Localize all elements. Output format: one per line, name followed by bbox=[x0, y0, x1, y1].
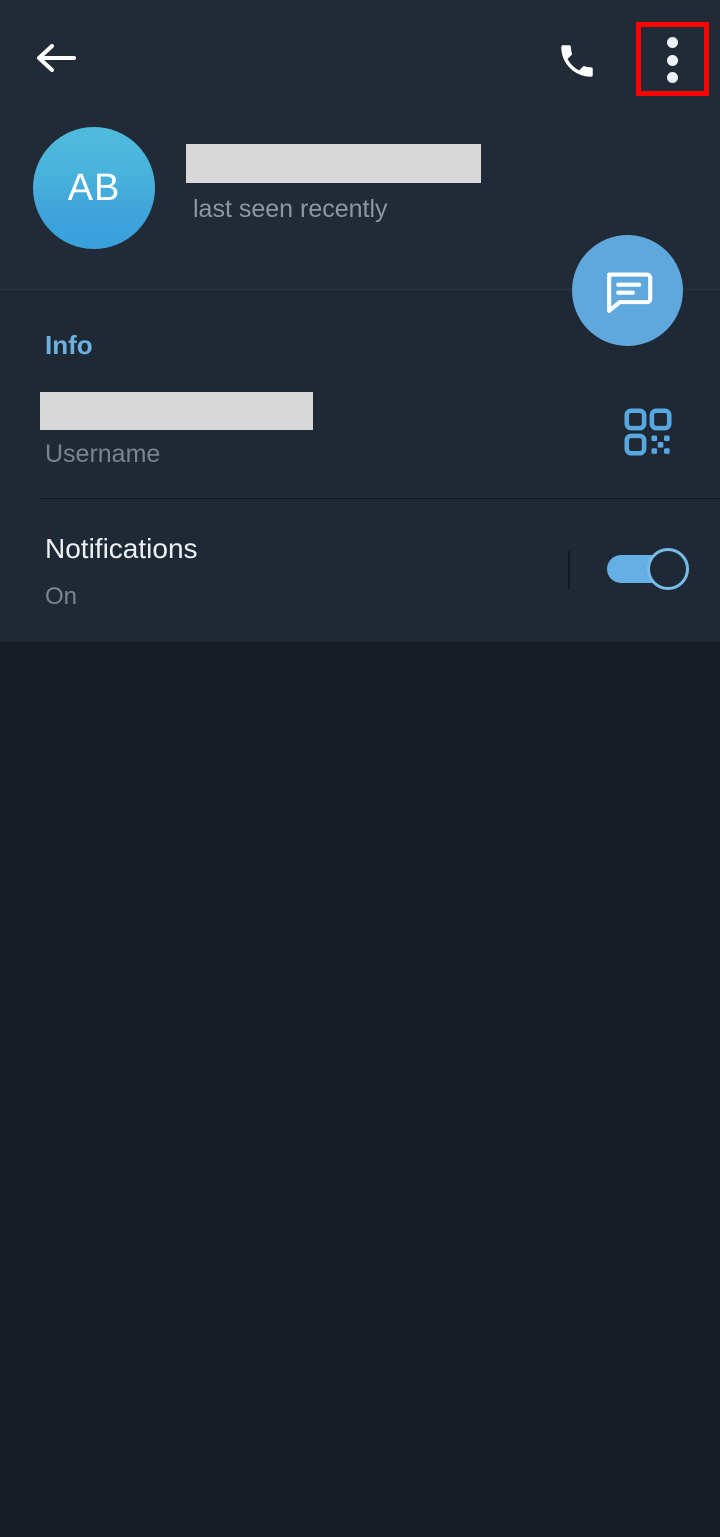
toggle-separator bbox=[568, 551, 570, 589]
contact-profile-screen: AB last seen recently Info Username Noti… bbox=[0, 0, 720, 1537]
info-row-divider bbox=[40, 498, 720, 499]
notifications-title: Notifications bbox=[45, 533, 198, 564]
app-bar bbox=[0, 0, 720, 115]
overflow-menu-dot-2 bbox=[666, 54, 678, 66]
username-label: Username bbox=[45, 440, 161, 468]
overflow-menu-dot-3 bbox=[666, 72, 678, 83]
qr-code-button[interactable] bbox=[622, 406, 674, 458]
arrow-left-icon bbox=[37, 44, 76, 72]
call-button[interactable] bbox=[556, 40, 598, 82]
phone-icon bbox=[561, 45, 593, 77]
qr-code-icon bbox=[624, 408, 672, 456]
overflow-menu-button[interactable] bbox=[648, 33, 696, 87]
message-fab-button[interactable] bbox=[572, 235, 683, 346]
toggle-knob bbox=[647, 548, 689, 590]
overflow-menu-dot-1 bbox=[666, 37, 678, 48]
contact-name-redacted bbox=[186, 144, 481, 183]
avatar[interactable]: AB bbox=[33, 127, 155, 249]
avatar-initials: AB bbox=[67, 166, 121, 209]
last-seen-status: last seen recently bbox=[193, 195, 388, 223]
info-section-title: Info bbox=[45, 330, 93, 360]
back-button[interactable] bbox=[32, 38, 80, 78]
chat-bubble-icon bbox=[606, 272, 652, 313]
notifications-state: On bbox=[45, 583, 78, 610]
username-value-redacted bbox=[40, 392, 313, 430]
notifications-toggle[interactable] bbox=[607, 548, 689, 590]
